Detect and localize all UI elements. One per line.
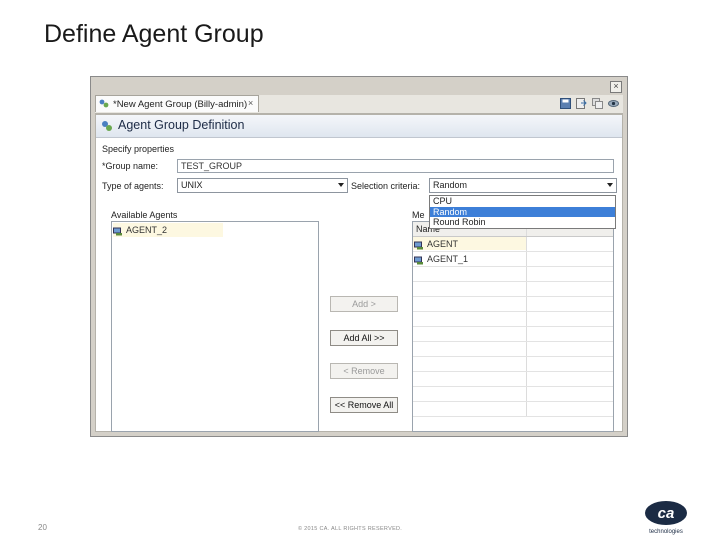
group-name-label: *Group name: bbox=[102, 161, 159, 171]
chevron-down-icon bbox=[338, 183, 344, 187]
view-icon[interactable] bbox=[608, 98, 619, 109]
agent-icon bbox=[414, 256, 423, 265]
available-agent-name: AGENT_2 bbox=[126, 225, 168, 235]
column-divider bbox=[526, 372, 527, 386]
selection-criteria-value: Random bbox=[433, 180, 468, 190]
table-row bbox=[413, 357, 613, 372]
table-row bbox=[413, 312, 613, 327]
page-number: 20 bbox=[38, 523, 47, 532]
member-name: AGENT_1 bbox=[427, 254, 469, 264]
type-of-agents-select[interactable]: UNIX bbox=[177, 178, 348, 193]
agent-group-editor: Agent Group Definition Specify propertie… bbox=[95, 114, 623, 432]
tab-label: *New Agent Group (Billy-admin) bbox=[113, 99, 248, 110]
member-cell: AGENT_1 bbox=[414, 252, 468, 266]
table-row bbox=[413, 297, 613, 312]
agent-icon bbox=[113, 227, 122, 236]
column-divider bbox=[526, 252, 527, 266]
table-row[interactable]: AGENT bbox=[413, 237, 613, 252]
type-of-agents-label: Type of agents: bbox=[102, 181, 164, 191]
column-divider bbox=[526, 357, 527, 371]
window-close-button[interactable]: × bbox=[610, 81, 622, 93]
column-divider bbox=[526, 402, 527, 416]
member-cell: AGENT bbox=[414, 237, 458, 251]
available-agents-label: Available Agents bbox=[111, 210, 178, 220]
option-cpu[interactable]: CPU bbox=[430, 196, 615, 207]
table-row bbox=[413, 342, 613, 357]
slide-title: Define Agent Group bbox=[44, 20, 264, 48]
editor-title: Agent Group Definition bbox=[118, 118, 245, 132]
member-name: AGENT bbox=[427, 239, 459, 249]
remove-all-button[interactable]: << Remove All bbox=[330, 397, 398, 413]
column-divider bbox=[526, 282, 527, 296]
chevron-down-icon bbox=[607, 183, 613, 187]
members-table[interactable]: Name AGENT AGENT_1 bbox=[412, 221, 614, 432]
agent-icon bbox=[414, 241, 423, 250]
column-divider bbox=[526, 387, 527, 401]
agent-group-icon bbox=[99, 99, 109, 108]
table-row bbox=[413, 282, 613, 297]
remove-button[interactable]: < Remove bbox=[330, 363, 398, 379]
table-row[interactable]: AGENT_1 bbox=[413, 252, 613, 267]
editor-toolbar bbox=[560, 98, 619, 110]
list-item[interactable]: AGENT_2 bbox=[113, 223, 223, 237]
selection-criteria-dropdown: CPU Random Round Robin bbox=[429, 195, 616, 229]
svg-text:ca: ca bbox=[658, 505, 675, 522]
svg-text:technologies: technologies bbox=[649, 529, 683, 535]
save-icon[interactable] bbox=[560, 98, 571, 109]
column-divider bbox=[526, 327, 527, 341]
copy-icon[interactable] bbox=[592, 98, 603, 109]
table-row bbox=[413, 387, 613, 402]
group-name-field[interactable]: TEST_GROUP bbox=[177, 159, 614, 173]
column-divider bbox=[526, 237, 527, 251]
tab-new-agent-group[interactable]: *New Agent Group (Billy-admin) × bbox=[95, 95, 259, 112]
agent-group-icon bbox=[102, 121, 112, 131]
section-label: Specify properties bbox=[102, 144, 175, 154]
agent-group-window: × *New Agent Group (Billy-admin) × Agent… bbox=[90, 76, 628, 437]
window-titlebar: × bbox=[91, 77, 627, 95]
option-round-robin[interactable]: Round Robin bbox=[430, 217, 615, 228]
selection-criteria-select[interactable]: Random bbox=[429, 178, 617, 193]
table-row bbox=[413, 372, 613, 387]
add-all-button[interactable]: Add All >> bbox=[330, 330, 398, 346]
tab-close-icon[interactable]: × bbox=[248, 98, 253, 108]
table-row bbox=[413, 267, 613, 282]
editor-tabstrip: *New Agent Group (Billy-admin) × bbox=[95, 95, 623, 114]
editor-header: Agent Group Definition bbox=[96, 115, 622, 138]
save-as-icon[interactable] bbox=[576, 98, 587, 109]
selection-criteria-label: Selection criteria: bbox=[351, 181, 421, 191]
column-divider bbox=[526, 297, 527, 311]
table-row bbox=[413, 327, 613, 342]
copyright-text: © 2015 CA. ALL RIGHTS RESERVED. bbox=[298, 526, 403, 532]
column-divider bbox=[526, 342, 527, 356]
ca-technologies-logo: ca technologies bbox=[645, 501, 687, 535]
available-agents-list[interactable]: AGENT_2 bbox=[111, 221, 319, 432]
add-button[interactable]: Add > bbox=[330, 296, 398, 312]
members-label: Me bbox=[412, 210, 425, 220]
type-of-agents-value: UNIX bbox=[181, 180, 203, 190]
column-divider bbox=[526, 267, 527, 281]
column-divider bbox=[526, 312, 527, 326]
table-row bbox=[413, 402, 613, 417]
option-random[interactable]: Random bbox=[430, 206, 615, 217]
